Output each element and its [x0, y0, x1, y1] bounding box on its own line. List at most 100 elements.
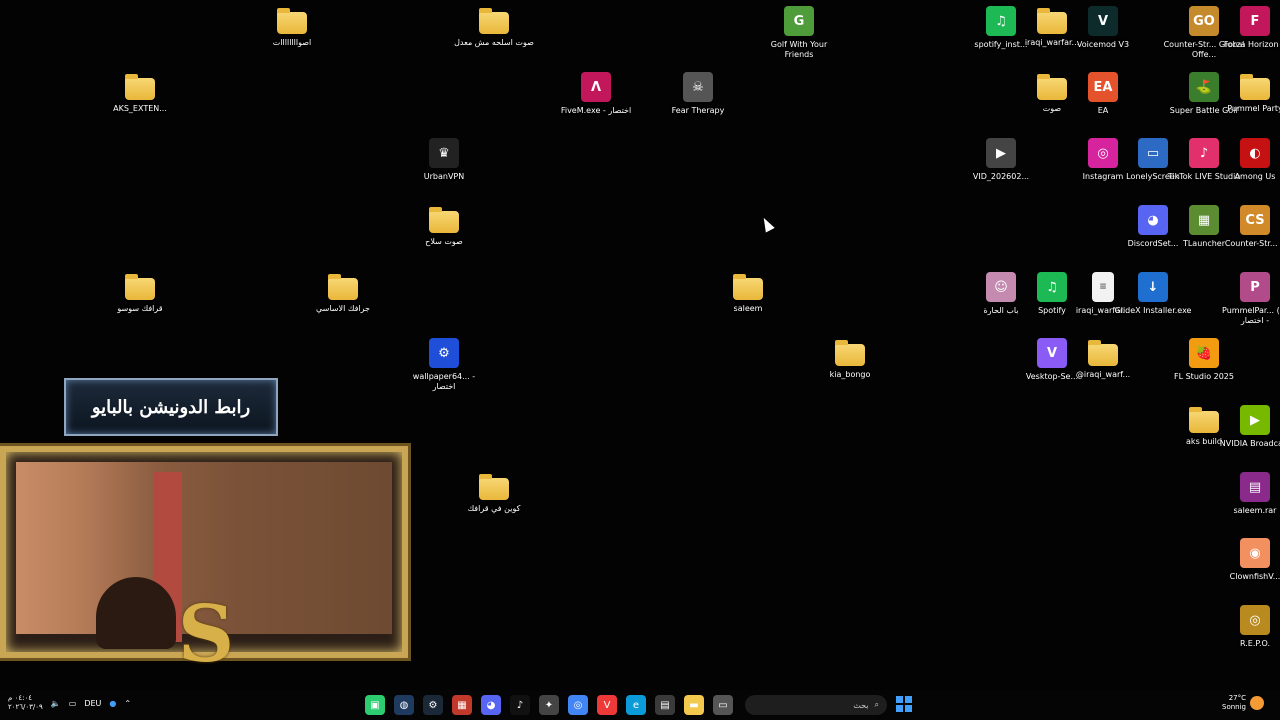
folder-icon: [1088, 340, 1118, 366]
search-app-icon[interactable]: ◍: [394, 695, 414, 715]
folder-icon: [277, 8, 307, 34]
desktop-icon-label: EA: [1097, 106, 1109, 115]
app-ea-icon: EA: [1088, 72, 1118, 102]
steam-icon[interactable]: ⚙: [423, 695, 443, 715]
desktop-icon-label: صوت سلاح: [425, 237, 463, 246]
desktop-icon-label: FiveM.exe - اختصار: [560, 106, 632, 115]
desktop-icon-app-cs2[interactable]: CS Counter-Str... 2: [1213, 205, 1280, 249]
windows-logo-icon: [896, 696, 903, 703]
folder-icon: [479, 474, 509, 500]
desktop-icon-label: Among Us: [1234, 172, 1276, 181]
desktop-icon-label: قرافك سوسو: [117, 304, 163, 313]
desktop-icon-file-vid[interactable]: ▶ VID_202602...: [959, 138, 1043, 182]
desktop-icon-label: AKS_EXTEN...: [113, 104, 167, 113]
file-vid-icon: ▶: [986, 138, 1016, 168]
desktop-icon-app-among-us[interactable]: ◐ Among Us: [1213, 138, 1280, 182]
desktop-icon-folder-saleem[interactable]: saleem: [706, 272, 790, 314]
desktop-icon-folder-graphics-soso[interactable]: قرافك سوسو: [98, 272, 182, 314]
desktop-icon-app-voicemod[interactable]: V Voicemod V3: [1061, 6, 1145, 50]
search-placeholder: بحث: [853, 700, 869, 710]
edge-icon[interactable]: e: [626, 695, 646, 715]
desktop-icon-label: ClownfishV...: [1229, 572, 1280, 581]
app-glidex-icon: ↓: [1138, 272, 1168, 302]
desktop-icon-label: PummelPar... (2) اختصار -: [1222, 306, 1280, 325]
desktop-icon-folder-aks-exten[interactable]: AKS_EXTEN...: [98, 72, 182, 114]
folder-icon: [125, 274, 155, 300]
app-fivem-icon: Λ: [581, 72, 611, 102]
desktop-icon-app-urbanvpn[interactable]: ♛ UrbanVPN: [402, 138, 486, 182]
desktop-icon-label: GlideX Installer.exe: [1114, 306, 1192, 315]
settings-icon[interactable]: ✦: [539, 695, 559, 715]
mouse-cursor-icon: [759, 215, 775, 233]
desktop-icon-app-pummelparty-shortcut[interactable]: P PummelPar... (2) اختصار -: [1213, 272, 1280, 326]
chevron-up-icon[interactable]: ⌃: [124, 699, 131, 708]
desktop-icon-app-repo[interactable]: ◎ R.E.P.O.: [1213, 605, 1280, 649]
desktop-icon-label: كوين في قرافك: [467, 504, 521, 513]
app-wallpaper64-icon: ⚙: [429, 338, 459, 368]
desktop-icon-app-glidex[interactable]: ↓ GlideX Installer.exe: [1111, 272, 1195, 316]
file-explorer-icon[interactable]: ▬: [684, 695, 704, 715]
desktop-icon-app-ea[interactable]: EA EA: [1061, 72, 1145, 116]
app-golf-friends-icon: G: [784, 6, 814, 36]
desktop-icon-app-clownfish[interactable]: ◉ ClownfishV...: [1213, 538, 1280, 582]
app-urbanvpn-icon: ♛: [429, 138, 459, 168]
folder-icon: [125, 74, 155, 100]
system-tray: ٠٤:٠٤ م ٢٠٢٦/٠٣/٠٩ 🔈 ▭ DEU ● ⌃: [8, 694, 131, 712]
app-clownfish-icon: ◉: [1240, 538, 1270, 568]
app-nvidia-broadcast-icon: ▶: [1240, 405, 1270, 435]
app-fl-studio-icon: 🍓: [1189, 338, 1219, 368]
language-indicator[interactable]: DEU: [84, 699, 101, 708]
tiktok-icon[interactable]: ♪: [510, 695, 530, 715]
desktop-icon-folder-sawt-asliha[interactable]: صوت اسلحه مش معدل: [452, 6, 536, 48]
desktop-icon-folder-sawt-silah[interactable]: صوت سلاح: [402, 205, 486, 247]
desktop-icon-app-fl-studio[interactable]: 🍓 FL Studio 2025: [1162, 338, 1246, 382]
app-repo-icon: ◎: [1240, 605, 1270, 635]
desktop-icon-app-nvidia-broadcast[interactable]: ▶ NVIDIA Broadcast: [1213, 405, 1280, 449]
start-button[interactable]: [896, 696, 912, 712]
desktop-icon-folder-kia-bongo[interactable]: kia_bongo: [808, 338, 892, 380]
green-app-icon[interactable]: ▣: [365, 695, 385, 715]
folder-icon: [429, 207, 459, 233]
taskbar-search[interactable]: بحث ⌕: [745, 695, 887, 715]
network-icon[interactable]: ▭: [69, 699, 77, 708]
volume-icon[interactable]: 🔈: [51, 699, 61, 708]
discord-icon[interactable]: ◕: [481, 695, 501, 715]
desktop-icon-label: saleem.rar: [1233, 506, 1277, 515]
desktop-icon-file-saleem-rar[interactable]: ▤ saleem.rar: [1213, 472, 1280, 516]
weather-widget[interactable]: 27°C Sonnig: [1222, 694, 1264, 712]
folder-icon: [733, 274, 763, 300]
store-icon[interactable]: ▤: [655, 695, 675, 715]
desktop-icon-label: Pummel Party: [1227, 104, 1280, 113]
folder-icon: [328, 274, 358, 300]
weather-desc: Sonnig: [1222, 703, 1246, 711]
desktop-icon-folder-iraqi-warf-3[interactable]: @iraqi_warf...: [1061, 338, 1145, 380]
chrome-icon[interactable]: ◎: [568, 695, 588, 715]
desktop-icon-app-golf-friends[interactable]: G Golf With Your Friends: [757, 6, 841, 60]
desktop-icon-label: @iraqi_warf...: [1075, 370, 1131, 379]
desktop-icon-app-wallpaper64[interactable]: ⚙ wallpaper64... - اختصار: [402, 338, 486, 392]
weather-temp: 27°C: [1228, 694, 1246, 702]
desktop-icon-app-fivem[interactable]: Λ FiveM.exe - اختصار: [554, 72, 638, 116]
window-icon[interactable]: ▭: [713, 695, 733, 715]
taskbar-clock[interactable]: ٠٤:٠٤ م ٢٠٢٦/٠٣/٠٩: [8, 694, 43, 712]
desktop-icon-label: صوت اسلحه مش معدل: [454, 38, 534, 47]
desktop-icon-label: VID_202602...: [972, 172, 1030, 181]
desktop-icon-label: Voicemod V3: [1076, 40, 1130, 49]
app-voicemod-icon: V: [1088, 6, 1118, 36]
desktop-icon-app-forza[interactable]: F Forza Horizon 5: [1213, 6, 1280, 50]
desktop-icon-label: NVIDIA Broadcast: [1219, 439, 1280, 448]
desktop-icon-folder-koin-graphics[interactable]: كوين في قرافك: [452, 472, 536, 514]
desktop-icon-folder-graphics-basic[interactable]: جرافك الاساسي: [301, 272, 385, 314]
desktop-icon-label: R.E.P.O.: [1239, 639, 1271, 648]
vivaldi-icon[interactable]: V: [597, 695, 617, 715]
desktop-icon-label: saleem: [733, 304, 763, 313]
microphone-icon[interactable]: ●: [109, 699, 116, 708]
dragon-logo-icon: S: [177, 589, 235, 680]
desktop-icon-folder-aswat[interactable]: اصواااااااات: [250, 6, 334, 48]
desktop-icon-label: جرافك الاساسي: [316, 304, 370, 313]
desktop-icon-label: UrbanVPN: [423, 172, 465, 181]
desktop-icon-app-fear-therapy[interactable]: ☠ Fear Therapy: [656, 72, 740, 116]
desktop-icon-label: Forza Horizon 5: [1223, 40, 1280, 49]
desktop-icon-folder-pummel-party[interactable]: Pummel Party: [1213, 72, 1280, 114]
game-icon[interactable]: ▦: [452, 695, 472, 715]
